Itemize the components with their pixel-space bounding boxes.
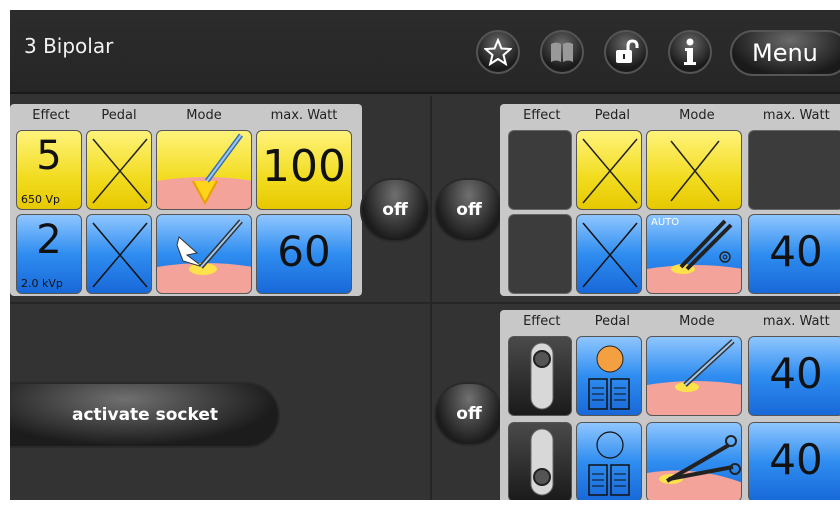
auto-badge: AUTO bbox=[651, 217, 680, 228]
handpiece-icon bbox=[530, 342, 554, 410]
info-button[interactable] bbox=[668, 30, 712, 74]
watt-cell-bottom[interactable]: 40 bbox=[748, 422, 840, 500]
header-pedal: Pedal bbox=[594, 313, 630, 329]
lock-button[interactable] bbox=[604, 30, 648, 74]
handpiece-icon bbox=[530, 428, 554, 496]
header-pedal: Pedal bbox=[101, 107, 137, 123]
handpiece-button-bottom[interactable] bbox=[508, 422, 572, 500]
mode-cell-bottom[interactable] bbox=[156, 214, 252, 294]
info-icon bbox=[684, 38, 696, 65]
header-mode: Mode bbox=[186, 107, 222, 123]
off-label: off bbox=[456, 404, 482, 424]
mode-cell-top[interactable] bbox=[156, 130, 252, 210]
header-mode: Mode bbox=[679, 107, 715, 123]
header-pedal: Pedal bbox=[594, 107, 630, 123]
column-headers: Effect Pedal Mode max. Watt bbox=[506, 310, 840, 332]
watt-cell-bottom[interactable]: 40 bbox=[748, 214, 840, 294]
handpiece-button-top[interactable] bbox=[508, 336, 572, 416]
pedal-cell-top[interactable] bbox=[86, 130, 152, 210]
effect-cell-top[interactable]: 5 650 Vp bbox=[16, 130, 82, 210]
watt-value: 100 bbox=[262, 141, 346, 192]
pedal-cell-top[interactable] bbox=[576, 336, 642, 416]
off-label: off bbox=[456, 200, 482, 220]
watt-value: 40 bbox=[769, 227, 823, 276]
header-effect: Effect bbox=[523, 313, 561, 329]
header-effect: Effect bbox=[32, 107, 70, 123]
column-headers: Effect Pedal Mode max. Watt bbox=[506, 104, 840, 126]
cross-icon bbox=[582, 138, 638, 204]
pedal-cell-bottom[interactable] bbox=[576, 422, 642, 500]
footswitch-orange-icon bbox=[588, 345, 630, 410]
socket-off-button-left[interactable]: off bbox=[360, 178, 430, 242]
coag-mode-icon bbox=[647, 339, 741, 415]
footswitch-empty-icon bbox=[588, 431, 630, 496]
device-screen: 3 Bipolar Menu Effect Pedal Mode max. Wa… bbox=[10, 10, 840, 500]
socket-panel-left: Effect Pedal Mode max. Watt 5 650 Vp 100 bbox=[10, 104, 362, 296]
pedal-cell-top[interactable] bbox=[576, 130, 642, 210]
watt-value: 40 bbox=[769, 349, 823, 398]
watt-cell-top[interactable]: 40 bbox=[748, 336, 840, 416]
manual-button[interactable] bbox=[540, 30, 584, 74]
cross-icon bbox=[92, 138, 148, 204]
coag-mode-icon bbox=[157, 219, 251, 293]
cross-icon bbox=[582, 222, 638, 288]
watt-value: 40 bbox=[769, 435, 823, 484]
effect-value: 5 bbox=[36, 133, 62, 179]
mode-cell-bottom[interactable] bbox=[646, 422, 742, 500]
activate-socket-button[interactable]: activate socket bbox=[10, 382, 280, 448]
activate-socket-label: activate socket bbox=[71, 405, 218, 425]
watt-cell-empty[interactable] bbox=[748, 130, 840, 210]
header-bar: 3 Bipolar Menu bbox=[10, 10, 840, 94]
scissors-mode-icon bbox=[647, 435, 741, 500]
socket-off-button-right-top[interactable]: off bbox=[434, 178, 504, 242]
watt-cell-bottom[interactable]: 60 bbox=[256, 214, 352, 294]
header-max-watt: max. Watt bbox=[762, 107, 830, 123]
horizontal-divider bbox=[10, 302, 840, 304]
cross-icon bbox=[670, 140, 720, 202]
favorite-button[interactable] bbox=[476, 30, 520, 74]
watt-value: 60 bbox=[277, 227, 331, 276]
effect-value: 2 bbox=[36, 217, 62, 263]
socket-panel-right-bottom: Effect Pedal Mode max. Watt 40 40 bbox=[500, 310, 840, 500]
pedal-cell-bottom[interactable] bbox=[576, 214, 642, 294]
vertical-divider bbox=[430, 96, 432, 500]
header-max-watt: max. Watt bbox=[762, 313, 830, 329]
socket-off-button-right-bottom[interactable]: off bbox=[434, 382, 504, 446]
menu-button[interactable]: Menu bbox=[730, 30, 840, 76]
mode-cell-top[interactable] bbox=[646, 336, 742, 416]
effect-cell-bottom[interactable]: 2 2.0 kVp bbox=[16, 214, 82, 294]
watt-cell-top[interactable]: 100 bbox=[256, 130, 352, 210]
cross-icon bbox=[92, 222, 148, 288]
effect-voltage: 650 Vp bbox=[21, 193, 60, 206]
column-headers: Effect Pedal Mode max. Watt bbox=[18, 104, 358, 126]
unlock-icon bbox=[616, 39, 639, 63]
header-max-watt: max. Watt bbox=[270, 107, 338, 123]
off-label: off bbox=[382, 200, 408, 220]
header-effect: Effect bbox=[523, 107, 561, 123]
socket-panel-right-top: Effect Pedal Mode max. Watt AUTO 40 bbox=[500, 104, 840, 296]
star-icon bbox=[484, 38, 512, 66]
book-icon bbox=[551, 42, 573, 62]
program-title: 3 Bipolar bbox=[24, 34, 114, 58]
header-mode: Mode bbox=[679, 313, 715, 329]
pedal-cell-bottom[interactable] bbox=[86, 214, 152, 294]
effect-cell-empty[interactable] bbox=[508, 130, 572, 210]
mode-cell-bottom[interactable]: AUTO bbox=[646, 214, 742, 294]
effect-cell-empty[interactable] bbox=[508, 214, 572, 294]
cut-mode-icon bbox=[157, 133, 251, 209]
mode-cell-top[interactable] bbox=[646, 130, 742, 210]
effect-voltage: 2.0 kVp bbox=[21, 277, 63, 290]
